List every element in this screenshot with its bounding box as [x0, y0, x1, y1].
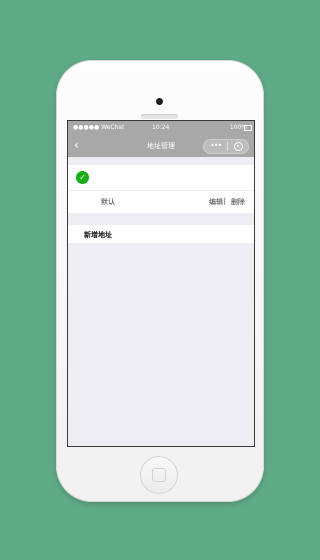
card-divider — [68, 190, 254, 191]
carrier-text: ●●●●● WeChat — [73, 124, 125, 131]
link-separator: | — [223, 197, 226, 205]
add-address-label: 新增地址 — [84, 231, 112, 239]
address-card: ✓ 默认 编辑 | 删除 — [68, 165, 254, 213]
camera — [156, 98, 163, 105]
default-label: 默认 — [101, 198, 115, 206]
status-bar: ●●●●● WeChat 10:24 100% — [68, 121, 254, 135]
battery-icon — [244, 125, 252, 131]
app-screen: ●●●●● WeChat 10:24 100% ‹ 地址管理 ••• ✓ 默认 … — [67, 120, 255, 447]
target-icon[interactable] — [234, 142, 243, 151]
add-address-row[interactable]: 新增地址 — [68, 225, 254, 243]
home-button[interactable] — [140, 456, 178, 494]
navigation-bar: ‹ 地址管理 ••• — [68, 135, 254, 157]
check-circle-icon[interactable]: ✓ — [76, 171, 89, 184]
home-square-icon — [152, 468, 166, 482]
capsule-divider — [227, 142, 228, 151]
delete-link[interactable]: 删除 — [231, 197, 245, 207]
more-dots-icon[interactable]: ••• — [210, 142, 222, 150]
edit-link[interactable]: 编辑 — [209, 197, 223, 207]
miniprogram-capsule: ••• — [203, 139, 249, 154]
clock-text: 10:24 — [152, 124, 170, 131]
speaker — [141, 114, 178, 119]
